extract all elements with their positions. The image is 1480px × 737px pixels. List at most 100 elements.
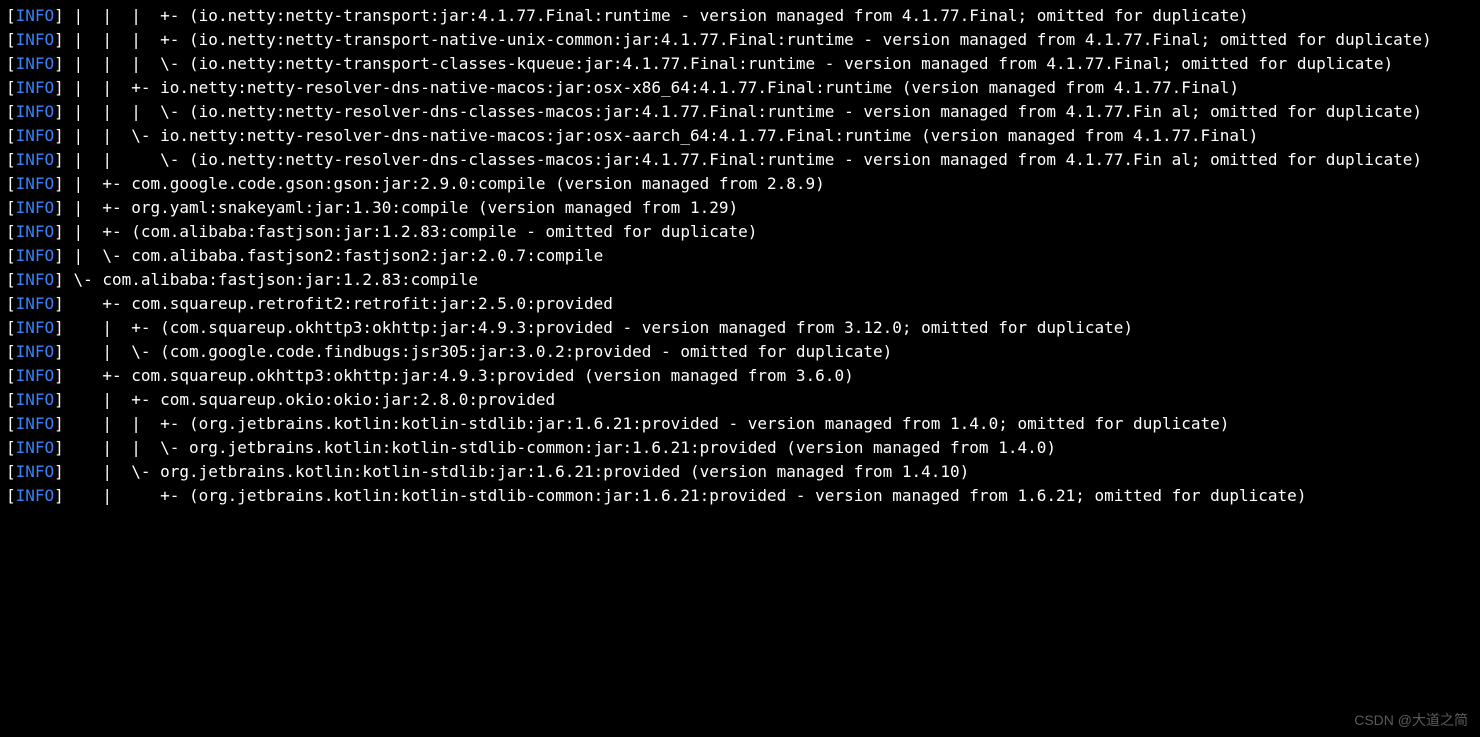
log-level: INFO	[16, 150, 55, 169]
log-level: INFO	[16, 30, 55, 49]
log-level: INFO	[16, 54, 55, 73]
bracket-close: ]	[54, 246, 64, 265]
log-body: \- com.alibaba:fastjson:jar:1.2.83:compi…	[64, 270, 478, 289]
log-line: [INFO] +- com.squareup.retrofit2:retrofi…	[6, 294, 613, 313]
log-body: | | \- (io.netty:netty-resolver-dns-clas…	[64, 150, 1422, 169]
bracket-open: [	[6, 414, 16, 433]
bracket-close: ]	[54, 414, 64, 433]
log-line: [INFO] | \- org.jetbrains.kotlin:kotlin-…	[6, 462, 969, 481]
log-line: [INFO] | +- (org.jetbrains.kotlin:kotlin…	[6, 486, 1306, 505]
bracket-close: ]	[54, 222, 64, 241]
bracket-open: [	[6, 198, 16, 217]
bracket-open: [	[6, 342, 16, 361]
bracket-open: [	[6, 54, 16, 73]
bracket-open: [	[6, 486, 16, 505]
log-body: | +- (com.squareup.okhttp3:okhttp:jar:4.…	[64, 318, 1133, 337]
bracket-open: [	[6, 462, 16, 481]
log-level: INFO	[16, 342, 55, 361]
log-body: | +- com.google.code.gson:gson:jar:2.9.0…	[64, 174, 825, 193]
log-line: [INFO] | | \- org.jetbrains.kotlin:kotli…	[6, 438, 1056, 457]
log-level: INFO	[16, 246, 55, 265]
bracket-close: ]	[54, 102, 64, 121]
log-line: [INFO] | +- com.squareup.okio:okio:jar:2…	[6, 390, 555, 409]
log-line: [INFO] \- com.alibaba:fastjson:jar:1.2.8…	[6, 270, 478, 289]
log-body: | +- (org.jetbrains.kotlin:kotlin-stdlib…	[64, 486, 1307, 505]
log-body: +- com.squareup.okhttp3:okhttp:jar:4.9.3…	[64, 366, 854, 385]
bracket-open: [	[6, 246, 16, 265]
log-body: | +- org.yaml:snakeyaml:jar:1.30:compile…	[64, 198, 738, 217]
bracket-close: ]	[54, 318, 64, 337]
bracket-close: ]	[54, 270, 64, 289]
bracket-close: ]	[54, 78, 64, 97]
bracket-close: ]	[54, 294, 64, 313]
log-body: | | | +- (io.netty:netty-transport-nativ…	[64, 30, 1432, 49]
bracket-open: [	[6, 150, 16, 169]
bracket-close: ]	[54, 438, 64, 457]
log-level: INFO	[16, 486, 55, 505]
log-body: | | +- (org.jetbrains.kotlin:kotlin-stdl…	[64, 414, 1230, 433]
log-level: INFO	[16, 78, 55, 97]
bracket-open: [	[6, 126, 16, 145]
bracket-open: [	[6, 318, 16, 337]
bracket-close: ]	[54, 150, 64, 169]
bracket-open: [	[6, 438, 16, 457]
log-line: [INFO] | +- com.google.code.gson:gson:ja…	[6, 174, 825, 193]
log-level: INFO	[16, 102, 55, 121]
bracket-open: [	[6, 78, 16, 97]
log-level: INFO	[16, 318, 55, 337]
log-level: INFO	[16, 438, 55, 457]
log-level: INFO	[16, 294, 55, 313]
bracket-close: ]	[54, 462, 64, 481]
bracket-open: [	[6, 174, 16, 193]
bracket-close: ]	[54, 174, 64, 193]
log-body: | \- com.alibaba.fastjson2:fastjson2:jar…	[64, 246, 603, 265]
log-level: INFO	[16, 270, 55, 289]
log-body: | +- com.squareup.okio:okio:jar:2.8.0:pr…	[64, 390, 555, 409]
log-level: INFO	[16, 366, 55, 385]
bracket-close: ]	[54, 30, 64, 49]
log-body: | | | \- (io.netty:netty-resolver-dns-cl…	[64, 102, 1422, 121]
log-line: [INFO] | +- (com.alibaba:fastjson:jar:1.…	[6, 222, 757, 241]
log-body: | | | \- (io.netty:netty-transport-class…	[64, 54, 1393, 73]
log-level: INFO	[16, 462, 55, 481]
log-body: | | \- io.netty:netty-resolver-dns-nativ…	[64, 126, 1258, 145]
log-level: INFO	[16, 6, 55, 25]
log-body: | | +- io.netty:netty-resolver-dns-nativ…	[64, 78, 1239, 97]
bracket-close: ]	[54, 6, 64, 25]
log-line: [INFO] +- com.squareup.okhttp3:okhttp:ja…	[6, 366, 854, 385]
log-body: | \- (com.google.code.findbugs:jsr305:ja…	[64, 342, 892, 361]
log-level: INFO	[16, 126, 55, 145]
bracket-close: ]	[54, 486, 64, 505]
log-line: [INFO] | | | +- (io.netty:netty-transpor…	[6, 6, 1249, 25]
bracket-open: [	[6, 270, 16, 289]
log-line: [INFO] | +- org.yaml:snakeyaml:jar:1.30:…	[6, 198, 738, 217]
bracket-close: ]	[54, 126, 64, 145]
terminal-output[interactable]: [INFO] | | | +- (io.netty:netty-transpor…	[0, 0, 1480, 512]
bracket-open: [	[6, 222, 16, 241]
log-level: INFO	[16, 414, 55, 433]
log-body: | \- org.jetbrains.kotlin:kotlin-stdlib:…	[64, 462, 969, 481]
log-body: | | | +- (io.netty:netty-transport:jar:4…	[64, 6, 1249, 25]
log-level: INFO	[16, 198, 55, 217]
bracket-close: ]	[54, 366, 64, 385]
log-line: [INFO] | | \- (io.netty:netty-resolver-d…	[6, 150, 1422, 169]
bracket-close: ]	[54, 198, 64, 217]
log-line: [INFO] | | +- (org.jetbrains.kotlin:kotl…	[6, 414, 1229, 433]
log-line: [INFO] | | | \- (io.netty:netty-transpor…	[6, 54, 1393, 73]
bracket-open: [	[6, 390, 16, 409]
bracket-open: [	[6, 366, 16, 385]
bracket-close: ]	[54, 54, 64, 73]
bracket-close: ]	[54, 342, 64, 361]
log-level: INFO	[16, 390, 55, 409]
watermark-text: CSDN @大道之简	[1354, 710, 1468, 731]
log-level: INFO	[16, 222, 55, 241]
log-line: [INFO] | | +- io.netty:netty-resolver-dn…	[6, 78, 1239, 97]
log-line: [INFO] | \- com.alibaba.fastjson2:fastjs…	[6, 246, 603, 265]
log-level: INFO	[16, 174, 55, 193]
bracket-open: [	[6, 30, 16, 49]
bracket-open: [	[6, 294, 16, 313]
log-line: [INFO] | | | \- (io.netty:netty-resolver…	[6, 102, 1422, 121]
log-line: [INFO] | \- (com.google.code.findbugs:js…	[6, 342, 892, 361]
log-line: [INFO] | | | +- (io.netty:netty-transpor…	[6, 30, 1432, 49]
log-body: +- com.squareup.retrofit2:retrofit:jar:2…	[64, 294, 613, 313]
